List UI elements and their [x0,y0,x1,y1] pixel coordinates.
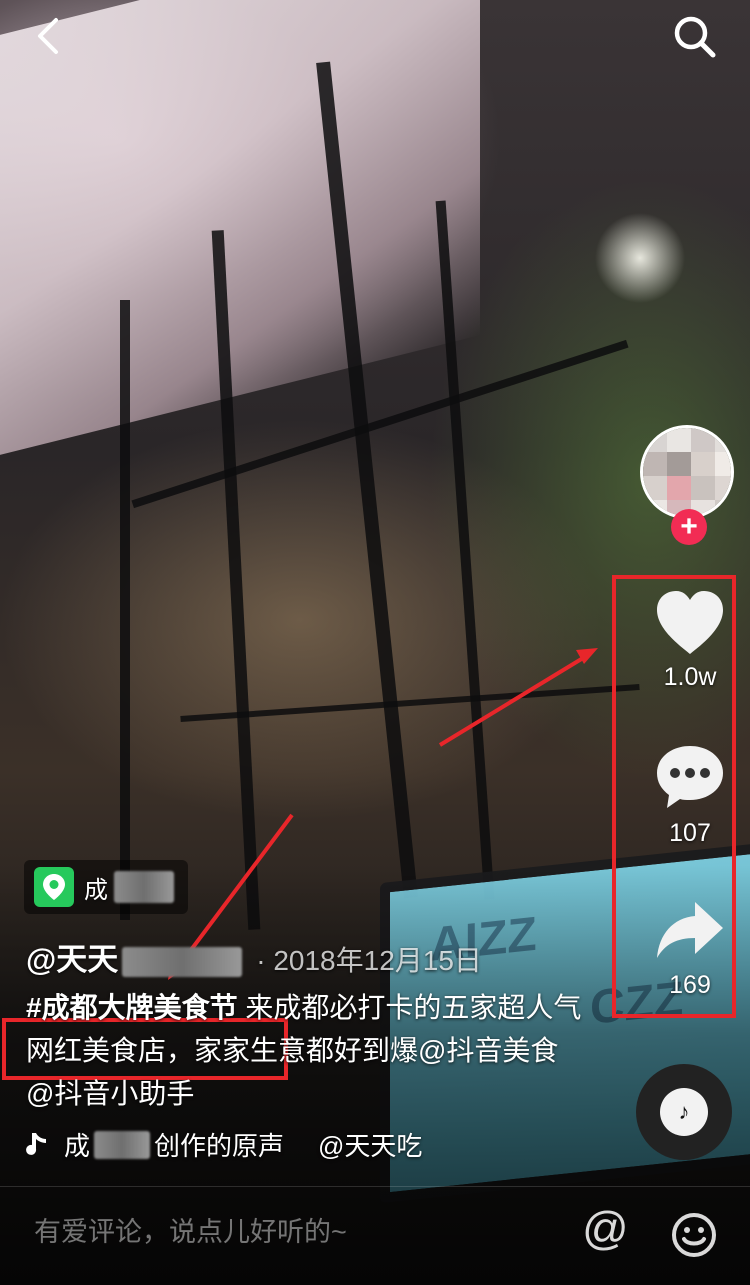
author-line: @天天 · 2018年12月15日 [26,934,482,979]
music-disc-button[interactable]: ♪ [636,1064,732,1160]
comment-bar: @ [0,1187,750,1285]
music-suffix: 创作的原声 [154,1131,285,1161]
location-pin-icon [34,867,74,907]
post-date: · 2018年12月15日 [256,945,482,976]
music-note-icon [26,1132,46,1155]
music-disc-icon: ♪ [660,1088,708,1136]
music-author: @天天吃 [318,1131,423,1161]
location-tag[interactable]: 成 [24,860,188,914]
blurred-author-name [122,946,243,977]
hashtag-link[interactable]: #成都大牌美食节 [26,992,238,1023]
video-feed-screen[interactable]: AIZZ CZZ [0,0,750,1285]
video-description: #成都大牌美食节 来成都必打卡的五家超人气网红美食店，家家生意都好到爆@抖音美食… [26,986,586,1115]
location-text: 成 [84,876,108,904]
blurred-music-name [94,1130,151,1159]
music-prefix: 成 [64,1131,91,1161]
author-handle[interactable]: @天天 [26,942,118,977]
comment-input[interactable] [34,1217,534,1248]
mention-button[interactable]: @ [582,1201,629,1255]
music-line[interactable]: 成 创作的原声 @天天吃 [24,1126,422,1163]
blurred-location [114,871,174,903]
emoji-icon [672,1213,716,1257]
emoji-button[interactable] [670,1211,718,1259]
